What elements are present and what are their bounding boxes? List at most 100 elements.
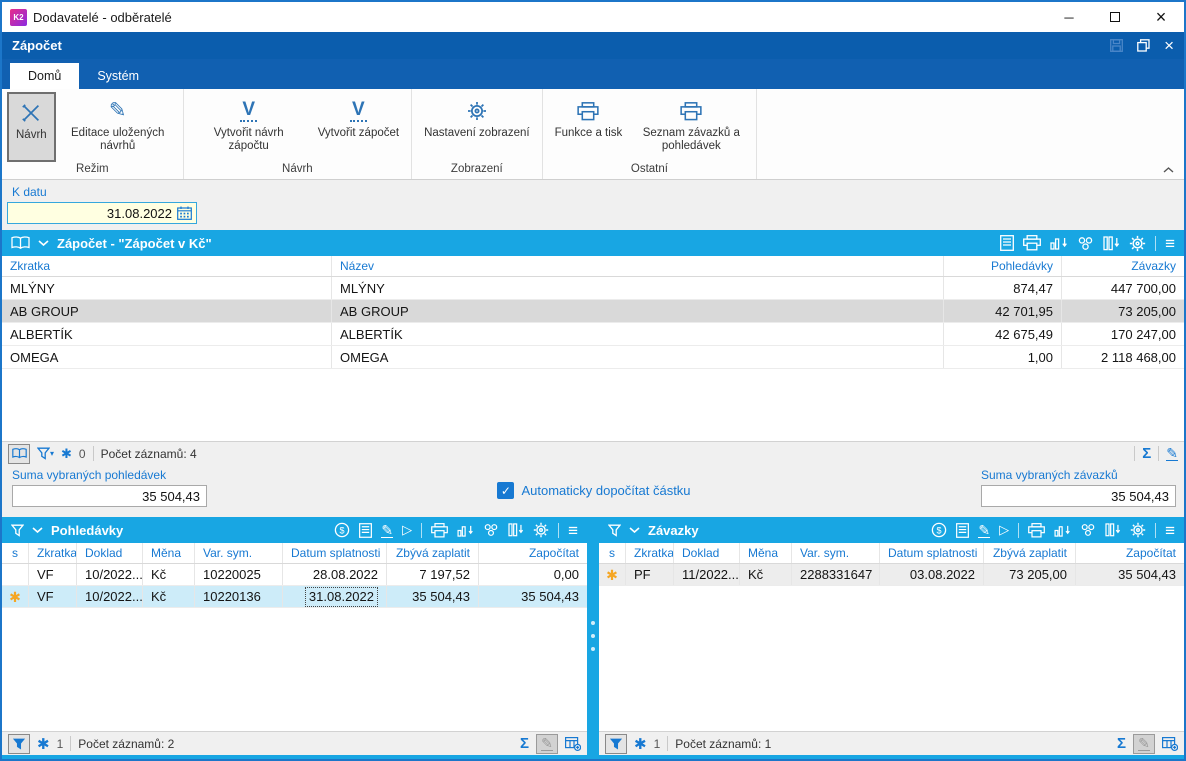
calendar-icon[interactable]	[177, 206, 192, 220]
col-mena[interactable]: Měna	[740, 543, 792, 563]
cluster-icon[interactable]	[1080, 523, 1096, 537]
chart-icon[interactable]	[1054, 524, 1071, 537]
minimize-button[interactable]: ─	[1046, 2, 1092, 32]
tab-system[interactable]: Systém	[79, 63, 157, 89]
col-zkratka[interactable]: Zkratka	[626, 543, 674, 563]
cluster-icon[interactable]	[483, 523, 499, 537]
menu-icon[interactable]: ≡	[1165, 235, 1175, 252]
col-zbyva[interactable]: Zbývá zaplatit	[387, 543, 479, 563]
currency-icon[interactable]: $	[931, 522, 947, 538]
book-icon[interactable]	[11, 236, 30, 250]
filter-icon[interactable]	[11, 524, 24, 537]
table-row-selected[interactable]: AB GROUP AB GROUP 42 701,95 73 205,00	[2, 300, 1184, 323]
add-view-icon[interactable]	[565, 737, 581, 751]
sum-icon[interactable]: Σ	[1117, 736, 1126, 751]
list-item-selected[interactable]: ✱ VF 10/2022... Kč 10220136 31.08.2022 3…	[2, 586, 587, 608]
chevron-down-icon[interactable]	[32, 527, 43, 533]
filter-active-icon[interactable]	[605, 734, 627, 754]
form-icon[interactable]	[359, 523, 372, 538]
table-row[interactable]: MLÝNY MLÝNY 874,47 447 700,00	[2, 277, 1184, 300]
cell-zapocitat: 35 504,43	[479, 586, 587, 607]
restore-icon[interactable]	[1137, 39, 1150, 52]
columns-icon[interactable]	[508, 523, 524, 537]
tab-domu[interactable]: Domů	[10, 63, 79, 89]
gear-icon	[467, 95, 487, 127]
star-filter-icon[interactable]: ✱	[61, 446, 72, 462]
play-icon[interactable]: ▷	[402, 522, 412, 538]
chevron-down-icon[interactable]	[38, 240, 49, 246]
col-datum[interactable]: Datum splatnosti	[880, 543, 984, 563]
offset-statusbar: ▾ ✱ 0 Počet záznamů: 4 Σ ✎	[2, 441, 1184, 465]
menu-icon[interactable]: ≡	[568, 522, 578, 539]
book-view-icon[interactable]	[8, 444, 30, 464]
form-icon[interactable]	[956, 523, 969, 538]
sum-icon[interactable]: Σ	[1142, 446, 1151, 461]
col-s[interactable]: s	[2, 543, 29, 563]
settings-gear-icon[interactable]	[533, 522, 549, 538]
sum-icon[interactable]: Σ	[520, 736, 529, 751]
cluster-icon[interactable]	[1077, 236, 1094, 251]
col-varsym[interactable]: Var. sym.	[792, 543, 880, 563]
filter-icon[interactable]: ▾	[37, 447, 54, 460]
seznam-button[interactable]: Seznam závazků a pohledávek	[631, 92, 751, 162]
nastaveni-button[interactable]: Nastavení zobrazení	[417, 92, 536, 162]
columns-icon[interactable]	[1105, 523, 1121, 537]
settings-gear-icon[interactable]	[1129, 235, 1146, 252]
chevron-down-icon[interactable]	[629, 527, 640, 533]
edit-icon[interactable]: ✎	[381, 523, 393, 538]
edit-icon[interactable]: ✎	[978, 523, 990, 538]
save-icon[interactable]	[1110, 39, 1123, 52]
col-zapocitat[interactable]: Započítat	[1076, 543, 1184, 563]
print-icon[interactable]	[1028, 523, 1045, 538]
list-item[interactable]: VF 10/2022... Kč 10220025 28.08.2022 7 1…	[2, 564, 587, 586]
col-mena[interactable]: Měna	[143, 543, 195, 563]
settings-gear-icon[interactable]	[1130, 522, 1146, 538]
currency-icon[interactable]: $	[334, 522, 350, 538]
col-zavazky[interactable]: Závazky	[1062, 256, 1184, 276]
star-filter-icon[interactable]: ✱	[37, 735, 50, 753]
filter-icon[interactable]	[608, 524, 621, 537]
funkce-tisk-button[interactable]: Funkce a tisk	[548, 92, 630, 162]
table-row[interactable]: OMEGA OMEGA 1,00 2 118 468,00	[2, 346, 1184, 369]
vytvorit-zapocet-button[interactable]: V Vytvořit zápočet	[311, 92, 406, 162]
sum-payables-input[interactable]: 35 504,43	[981, 485, 1176, 507]
vytvorit-navrh-button[interactable]: V Vytvořit návrh zápočtu	[189, 92, 309, 162]
edit-icon[interactable]: ✎	[1166, 446, 1178, 461]
col-pohledavky[interactable]: Pohledávky	[944, 256, 1062, 276]
maximize-button[interactable]	[1092, 2, 1138, 32]
col-zkratka[interactable]: Zkratka	[29, 543, 77, 563]
col-zbyva[interactable]: Zbývá zaplatit	[984, 543, 1076, 563]
filter-active-icon[interactable]	[8, 734, 30, 754]
ribbon-collapse-chevron-icon[interactable]	[1163, 167, 1174, 173]
cell-datum: 28.08.2022	[283, 564, 387, 585]
sum-receivables-input[interactable]: 35 504,43	[12, 485, 207, 507]
chart-icon[interactable]	[1050, 236, 1068, 250]
col-s[interactable]: s	[599, 543, 626, 563]
table-row[interactable]: ALBERTÍK ALBERTÍK 42 675,49 170 247,00	[2, 323, 1184, 346]
star-filter-icon[interactable]: ✱	[634, 735, 647, 753]
auto-amount-checkbox[interactable]: ✓	[497, 482, 514, 499]
col-nazev[interactable]: Název	[332, 256, 944, 276]
print-icon[interactable]	[1023, 235, 1041, 251]
k-datu-input[interactable]: 31.08.2022	[7, 202, 197, 224]
navrh-button[interactable]: Návrh	[7, 92, 56, 162]
col-zapocitat[interactable]: Započítat	[479, 543, 587, 563]
col-doklad[interactable]: Doklad	[77, 543, 143, 563]
col-doklad[interactable]: Doklad	[674, 543, 740, 563]
play-icon[interactable]: ▷	[999, 522, 1009, 538]
close-button[interactable]: ×	[1138, 2, 1184, 32]
print-icon[interactable]	[431, 523, 448, 538]
list-item-selected[interactable]: ✱ PF 11/2022... Kč 2288331647 03.08.2022…	[599, 564, 1184, 586]
col-datum[interactable]: Datum splatnosti	[283, 543, 387, 563]
add-view-icon[interactable]	[1162, 737, 1178, 751]
col-zkratka[interactable]: Zkratka	[2, 256, 332, 276]
editace-label: Editace uložených návrhů	[65, 127, 171, 153]
chart-icon[interactable]	[457, 524, 474, 537]
panel-splitter[interactable]	[587, 517, 599, 755]
form-icon[interactable]	[1000, 235, 1014, 251]
editace-button[interactable]: ✎ Editace uložených návrhů	[58, 92, 178, 162]
col-varsym[interactable]: Var. sym.	[195, 543, 283, 563]
menu-icon[interactable]: ≡	[1165, 522, 1175, 539]
panel-close-icon[interactable]: ×	[1164, 37, 1174, 54]
columns-icon[interactable]	[1103, 236, 1120, 251]
